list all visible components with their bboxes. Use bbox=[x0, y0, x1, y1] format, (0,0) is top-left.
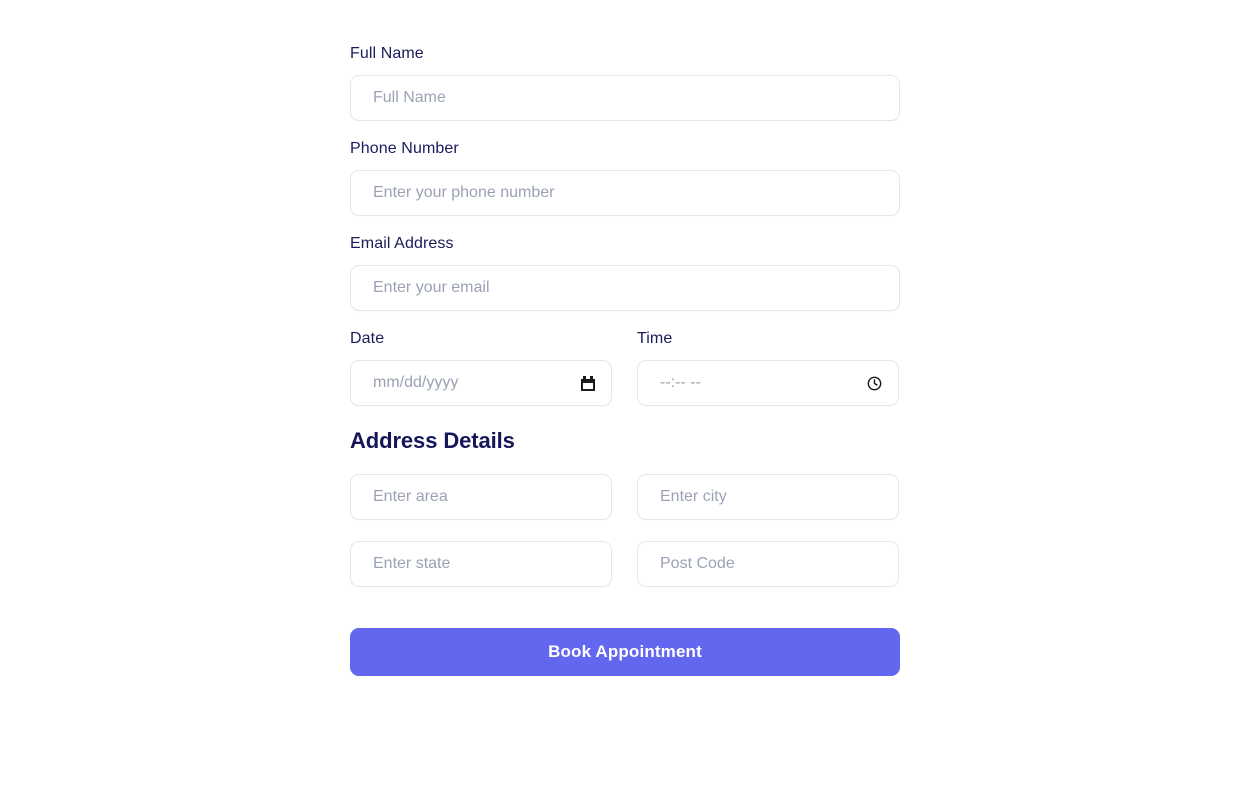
appointment-booking-page: Full Name Phone Number Email Address Dat… bbox=[0, 0, 1250, 800]
label-email-address: Email Address bbox=[350, 235, 454, 252]
date-time-row: Date Time bbox=[350, 329, 900, 406]
address-row-1 bbox=[350, 474, 900, 520]
field-group-post-code bbox=[637, 541, 899, 587]
appointment-form: Full Name Phone Number Email Address Dat… bbox=[350, 44, 900, 800]
post-code-input[interactable] bbox=[637, 541, 899, 587]
field-group-time: Time bbox=[637, 329, 899, 406]
full-name-input[interactable] bbox=[350, 75, 900, 121]
submit-row: Book Appointment bbox=[350, 628, 900, 676]
field-group-area bbox=[350, 474, 612, 520]
label-date: Date bbox=[350, 330, 385, 347]
address-details-heading: Address Details bbox=[350, 428, 515, 453]
field-group-city bbox=[637, 474, 899, 520]
date-input[interactable] bbox=[350, 360, 612, 406]
city-input[interactable] bbox=[637, 474, 899, 520]
label-time: Time bbox=[637, 330, 673, 347]
field-group-full-name: Full Name bbox=[350, 44, 900, 121]
time-picker-wrapper bbox=[637, 360, 899, 406]
address-row-2 bbox=[350, 541, 900, 587]
state-input[interactable] bbox=[350, 541, 612, 587]
area-input[interactable] bbox=[350, 474, 612, 520]
field-group-date: Date bbox=[350, 329, 612, 406]
field-group-phone-number: Phone Number bbox=[350, 139, 900, 216]
label-full-name: Full Name bbox=[350, 45, 424, 62]
field-group-email-address: Email Address bbox=[350, 234, 900, 311]
book-appointment-button[interactable]: Book Appointment bbox=[350, 628, 900, 676]
phone-number-input[interactable] bbox=[350, 170, 900, 216]
time-input[interactable] bbox=[637, 360, 899, 406]
email-address-input[interactable] bbox=[350, 265, 900, 311]
date-picker-wrapper bbox=[350, 360, 612, 406]
label-phone-number: Phone Number bbox=[350, 140, 459, 157]
field-group-state bbox=[350, 541, 612, 587]
